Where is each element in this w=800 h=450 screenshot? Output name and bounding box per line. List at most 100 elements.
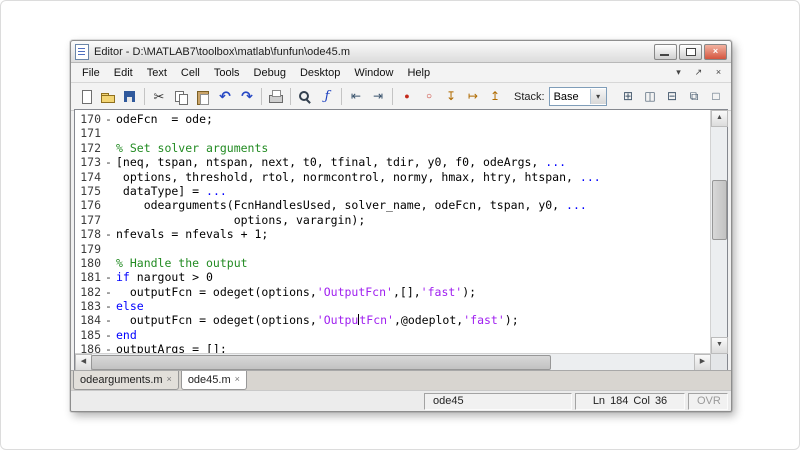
- toolbar: ✂ ↶ ↷ ƒ ⇤ ⇥ ● ○ ↧ ↦ ↥ Stack: Base ▾ ⊞ ◫ ⊟ ⧉ □: [71, 83, 731, 111]
- menu-edit[interactable]: Edit: [107, 66, 140, 80]
- scroll-down-icon[interactable]: ▼: [711, 337, 728, 354]
- code-line-173[interactable]: 173- [neq, tspan, ntspan, next, t0, tfina…: [75, 155, 711, 169]
- undock-icon[interactable]: ↗: [690, 65, 707, 81]
- code-line-184[interactable]: 184- outputFcn = odeget(options,'OutputF…: [75, 313, 711, 327]
- show-actions-icon[interactable]: ▾: [670, 65, 687, 81]
- float-window-icon[interactable]: ⧉: [683, 85, 705, 108]
- scroll-up-icon[interactable]: ▲: [711, 110, 728, 127]
- undo-icon[interactable]: ↶: [214, 85, 236, 108]
- tab-odearguments-m[interactable]: odearguments.m ×: [73, 371, 179, 390]
- window-controls: ×: [654, 43, 727, 60]
- menu-file[interactable]: File: [75, 66, 107, 80]
- code-line-171[interactable]: 171: [75, 126, 711, 140]
- stack-value: Base: [553, 90, 579, 103]
- go-forward-icon[interactable]: ⇥: [367, 85, 389, 108]
- code-line-185[interactable]: 185- end: [75, 328, 711, 342]
- tab-close-icon[interactable]: ×: [167, 375, 172, 384]
- paste-icon[interactable]: [192, 85, 214, 108]
- executable-line-marker: [101, 141, 116, 155]
- open-file-icon[interactable]: [97, 85, 119, 108]
- title-bar[interactable]: Editor - D:\MATLAB7\toolbox\matlab\funfu…: [71, 41, 731, 63]
- menu-tools[interactable]: Tools: [207, 66, 247, 80]
- dropdown-arrow-icon[interactable]: ▾: [589, 89, 606, 104]
- code-line-177[interactable]: 177 options, varargin);: [75, 213, 711, 227]
- save-icon[interactable]: [119, 85, 141, 108]
- split-left-right-icon[interactable]: ◫: [639, 85, 661, 108]
- code-line-182[interactable]: 182- outputFcn = odeget(options,'OutputF…: [75, 285, 711, 299]
- stack-dropdown[interactable]: Base ▾: [548, 87, 607, 106]
- code-line-179[interactable]: 179: [75, 242, 711, 256]
- cut-icon[interactable]: ✂: [148, 85, 170, 108]
- set-breakpoint-icon[interactable]: ●: [396, 85, 418, 108]
- code-text: else: [116, 299, 144, 314]
- menu-text[interactable]: Text: [140, 66, 174, 80]
- insert-function-icon[interactable]: ƒ: [316, 85, 338, 108]
- code-line-172[interactable]: 172 % Set solver arguments: [75, 141, 711, 155]
- code-line-183[interactable]: 183- else: [75, 299, 711, 313]
- vertical-scroll-thumb[interactable]: [712, 180, 727, 240]
- split-top-bottom-icon[interactable]: ⊟: [661, 85, 683, 108]
- step-icon[interactable]: ↧: [440, 85, 462, 108]
- horizontal-scrollbar[interactable]: ◀ ▶: [75, 353, 711, 371]
- menu-desktop[interactable]: Desktop: [293, 66, 347, 80]
- menu-debug[interactable]: Debug: [247, 66, 293, 80]
- code-line-175[interactable]: 175 dataType] = ...: [75, 184, 711, 198]
- menu-window[interactable]: Window: [347, 66, 400, 80]
- save-icon: [122, 89, 138, 105]
- line-number: 180: [80, 255, 101, 270]
- code-line-174[interactable]: 174 options, threshold, rtol, normcontro…: [75, 170, 711, 184]
- code-text: dataType] = ...: [116, 183, 227, 198]
- line-number: 174: [80, 169, 101, 184]
- menu-cell[interactable]: Cell: [174, 66, 207, 80]
- editor-area[interactable]: 170- odeFcn = ode; 171 172% Set solver argu…: [74, 109, 728, 371]
- executable-line-marker: -: [105, 227, 112, 242]
- line-number: 185: [80, 327, 101, 342]
- step-in-icon[interactable]: ↦: [462, 85, 484, 108]
- restore-button[interactable]: [679, 43, 702, 60]
- col-label: Col: [633, 394, 650, 407]
- print-icon[interactable]: [265, 85, 287, 108]
- tab-ode45-m[interactable]: ode45.m ×: [180, 371, 247, 390]
- minimize-button[interactable]: [654, 43, 677, 60]
- code-line-178[interactable]: 178- nfevals = nfevals + 1;: [75, 227, 711, 241]
- split-left-right-icon: ◫: [644, 88, 656, 103]
- vertical-scrollbar[interactable]: ▲ ▼: [710, 110, 728, 354]
- executable-line-marker: -: [105, 155, 112, 170]
- code-line-170[interactable]: 170- odeFcn = ode;: [75, 112, 711, 126]
- new-file-icon[interactable]: [75, 85, 97, 108]
- undo-icon: ↶: [219, 87, 231, 104]
- code-line-180[interactable]: 180 % Handle the output: [75, 256, 711, 270]
- minimize-icon: [660, 53, 669, 56]
- close-button[interactable]: ×: [704, 43, 727, 60]
- menu-bar: File Edit Text Cell Tools Debug Desktop Window H…: [71, 63, 731, 83]
- scroll-left-icon[interactable]: ◀: [75, 354, 92, 371]
- code-view[interactable]: 170- odeFcn = ode; 171 172% Set solver argu…: [75, 110, 711, 354]
- clear-breakpoints-icon: ○: [425, 90, 433, 102]
- code-line-176[interactable]: 176 odearguments(FcnHandlesUsed, solver_…: [75, 198, 711, 212]
- executable-line-marker: -: [105, 327, 112, 342]
- toolbar-right-group: ⊞ ◫ ⊟ ⧉ □: [617, 85, 727, 108]
- maximize-document-icon[interactable]: □: [705, 85, 727, 108]
- window-title: Editor - D:\MATLAB7\toolbox\matlab\funfu…: [94, 45, 350, 58]
- tile-windows-icon: ⊞: [622, 88, 634, 103]
- clear-breakpoints-icon[interactable]: ○: [418, 85, 440, 108]
- tile-windows-icon[interactable]: ⊞: [617, 85, 639, 108]
- code-line-181[interactable]: 181- if nargout > 0: [75, 270, 711, 284]
- close-document-icon[interactable]: ×: [710, 65, 727, 81]
- find-icon: [297, 89, 313, 105]
- code-text: end: [116, 327, 137, 342]
- copy-icon[interactable]: [170, 85, 192, 108]
- line-label: Ln: [592, 394, 606, 407]
- horizontal-scroll-thumb[interactable]: [91, 355, 551, 370]
- go-back-icon[interactable]: ⇤: [345, 85, 367, 108]
- redo-icon[interactable]: ↷: [236, 85, 258, 108]
- menu-help[interactable]: Help: [400, 66, 437, 80]
- toolbar-left-group: ✂ ↶ ↷ ƒ ⇤ ⇥ ● ○ ↧ ↦ ↥: [75, 85, 506, 108]
- tab-close-icon[interactable]: ×: [235, 375, 240, 384]
- step-out-icon[interactable]: ↥: [484, 85, 506, 108]
- scroll-right-icon[interactable]: ▶: [694, 354, 711, 371]
- find-icon[interactable]: [294, 85, 316, 108]
- executable-line-marker: [101, 126, 116, 140]
- line-number: 178: [80, 227, 101, 242]
